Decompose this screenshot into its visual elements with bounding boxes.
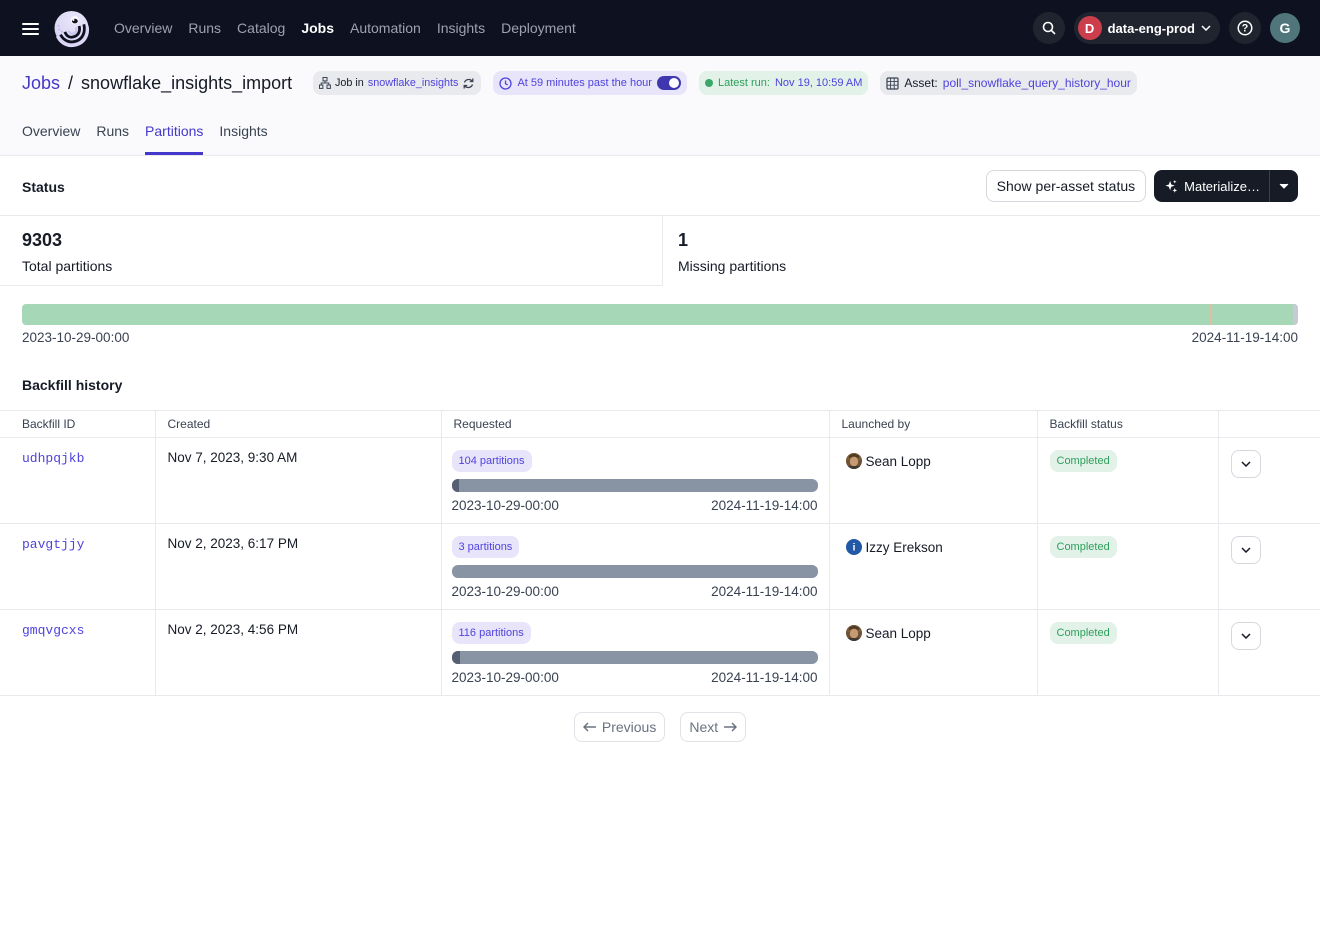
svg-text:i: i [852,543,855,554]
svg-text:?: ? [1242,23,1249,35]
